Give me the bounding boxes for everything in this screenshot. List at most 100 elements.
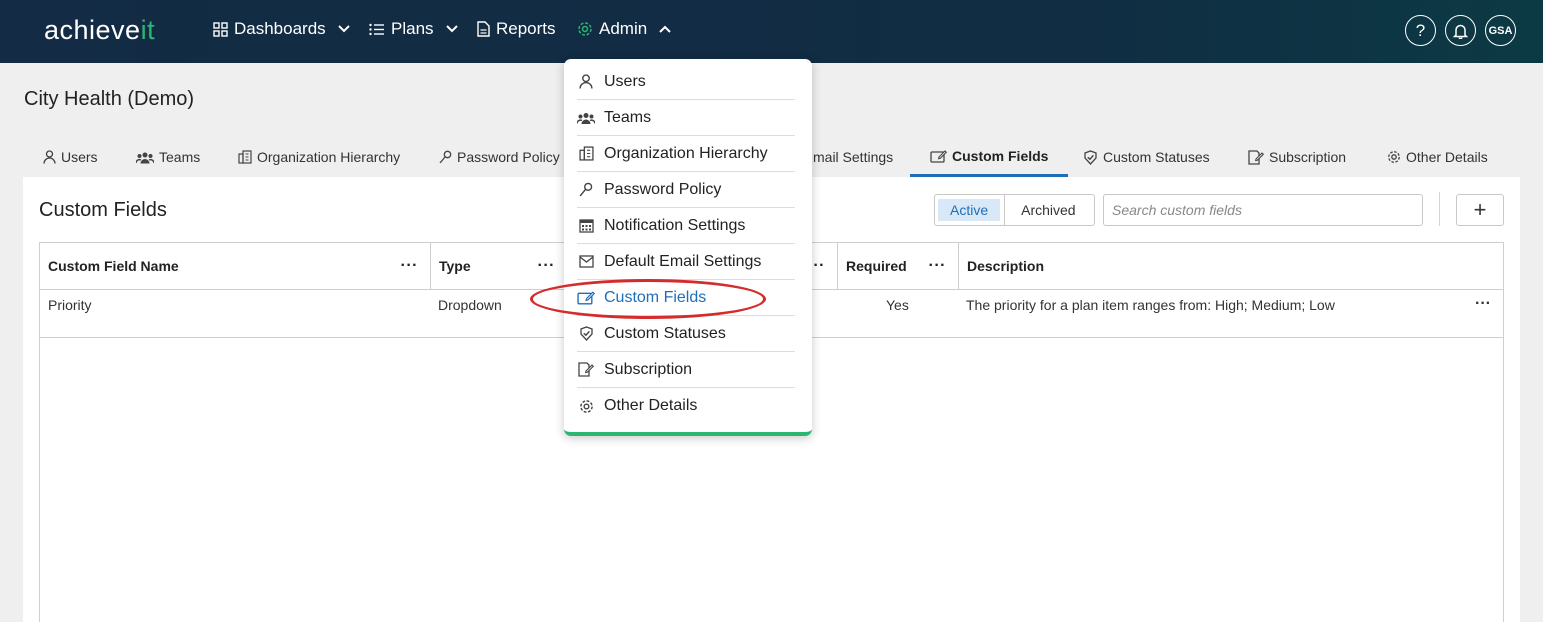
tab-users[interactable]: Users [41,137,100,177]
chevron-down-icon [445,25,458,33]
edit-field-icon [577,291,595,305]
nav-dashboards[interactable]: Dashboards [213,19,350,39]
tab-organization-hierarchy-label: Organization Hierarchy [257,149,401,165]
badge-check-icon [1084,149,1097,165]
tab-other-details[interactable]: Other Details [1385,137,1490,177]
logo-accent-text: it [140,15,156,45]
tab-password-policy-label: Password Policy [457,149,560,165]
user-avatar[interactable]: GSA [1485,15,1516,46]
menu-item-password-policy[interactable]: Password Policy [577,172,795,208]
add-custom-field-button[interactable]: + [1456,194,1504,226]
calendar-icon [578,219,594,233]
chevron-down-icon [337,25,350,33]
tab-users-label: Users [61,149,98,165]
menu-item-label: Other Details [604,397,698,414]
tab-teams[interactable]: Teams [134,137,202,177]
cell-type: Dropdown [438,297,502,313]
menu-item-organization-hierarchy[interactable]: Organization Hierarchy [577,136,795,172]
subscription-icon [578,362,594,377]
toggle-divider [1004,194,1006,226]
document-icon [477,21,490,37]
menu-item-label: Password Policy [604,180,722,198]
key-icon [579,182,593,197]
help-icon: ? [1415,20,1426,40]
dashboard-grid-icon [213,21,228,37]
gear-icon [578,22,592,36]
bell-icon [1453,24,1468,39]
column-header-label: Required [846,258,907,274]
column-header-required[interactable]: Required ··· [838,243,959,289]
gear-icon [579,399,593,413]
menu-item-label: Subscription [604,360,693,378]
admin-dropdown-menu: Users Teams Organization Hierarchy Passw… [564,59,812,436]
menu-item-label: Custom Statuses [604,324,726,342]
status-filter-toggle: Active Archived [934,194,1095,226]
chevron-up-icon [659,25,671,33]
menu-item-notification-settings[interactable]: Notification Settings [577,208,795,244]
top-navigation-bar: achieveit Dashboards Plans Reports Admin… [0,0,1543,63]
avatar-initials: GSA [1488,24,1513,37]
column-header-description[interactable]: Description [959,243,1503,289]
menu-item-custom-statuses[interactable]: Custom Statuses [577,316,795,352]
plus-icon: + [1473,197,1487,222]
user-icon [43,150,56,164]
tab-email-settings[interactable]: mail Settings [811,137,895,177]
notifications-button[interactable] [1445,15,1476,46]
nav-plans-label: Plans [391,19,434,38]
edit-field-icon [930,149,947,163]
key-icon [439,150,452,164]
nav-dashboards-label: Dashboards [234,19,326,38]
logo-text: achieve [44,15,141,45]
cell-name: Priority [48,297,92,313]
column-menu-icon[interactable]: ··· [929,257,946,275]
help-button[interactable]: ? [1405,15,1436,46]
column-header-label: Type [439,258,471,274]
toolbar-divider [1439,192,1440,226]
building-icon [238,150,252,164]
nav-reports[interactable]: Reports [477,19,556,39]
column-menu-icon[interactable]: ··· [538,257,555,275]
tab-other-details-label: Other Details [1406,149,1488,165]
panel-title: Custom Fields [39,199,167,221]
organization-title: City Health (Demo) [24,88,195,110]
column-header-label: Description [967,258,1045,274]
badge-check-icon [579,326,593,341]
subscription-icon [1248,149,1264,165]
tab-subscription-label: Subscription [1269,149,1347,165]
nav-admin[interactable]: Admin [577,19,671,39]
tab-email-settings-label: mail Settings [813,149,894,165]
column-header-label: Custom Field Name [48,258,179,274]
menu-item-label: Custom Fields [604,288,707,306]
menu-item-label: Default Email Settings [604,252,762,270]
search-input[interactable] [1103,194,1423,226]
column-header-name[interactable]: Custom Field Name ··· [40,243,431,289]
menu-item-subscription[interactable]: Subscription [577,352,795,388]
tab-password-policy[interactable]: Password Policy [437,137,562,177]
menu-item-custom-fields[interactable]: Custom Fields [577,280,795,316]
topbar-actions: ? GSA [1405,15,1516,46]
list-icon [369,23,384,35]
tab-organization-hierarchy[interactable]: Organization Hierarchy [236,137,402,177]
filter-active-button[interactable]: Active [938,199,1001,221]
gear-icon [1388,151,1400,163]
filter-archived-button[interactable]: Archived [1009,199,1087,221]
achieveit-logo[interactable]: achieveit [44,15,155,46]
tab-custom-statuses[interactable]: Custom Statuses [1081,137,1212,177]
menu-item-label: Users [604,72,646,90]
column-menu-icon[interactable]: ··· [401,257,418,275]
menu-item-label: Notification Settings [604,216,746,234]
nav-plans[interactable]: Plans [369,19,458,39]
row-actions-icon[interactable]: ··· [1475,295,1491,313]
cell-description: The priority for a plan item ranges from… [966,297,1335,313]
menu-item-teams[interactable]: Teams [577,100,795,136]
teams-icon [577,112,595,124]
menu-item-users[interactable]: Users [577,64,795,100]
tab-custom-fields-label: Custom Fields [952,147,1049,164]
column-header-type[interactable]: Type ··· [431,243,567,289]
menu-item-default-email-settings[interactable]: Default Email Settings [577,244,795,280]
tab-subscription[interactable]: Subscription [1246,137,1348,177]
tab-teams-label: Teams [159,149,201,165]
menu-item-other-details[interactable]: Other Details [577,388,795,424]
envelope-icon [578,255,594,268]
tab-custom-fields[interactable]: Custom Fields [910,137,1069,177]
